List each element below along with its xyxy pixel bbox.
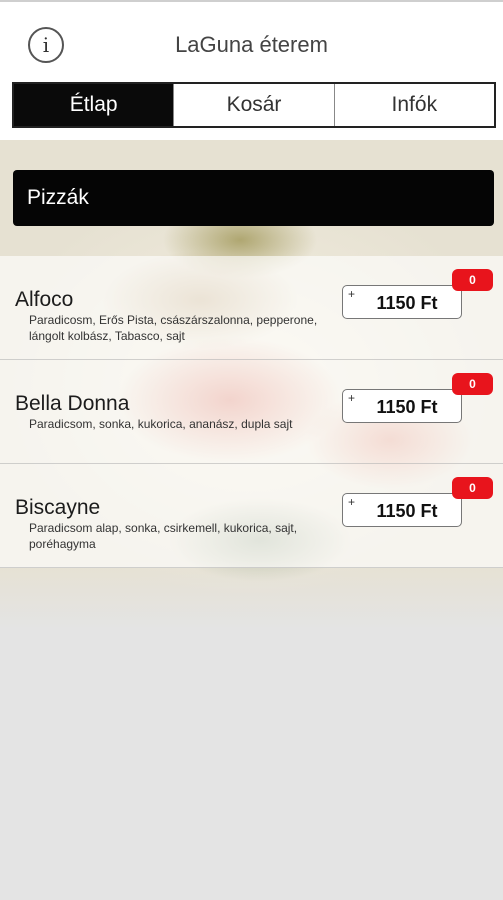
app-header: i LaGuna éterem Étlap Kosár Infók bbox=[0, 0, 503, 140]
tab-cart[interactable]: Kosár bbox=[174, 84, 335, 126]
menu-item: Biscayne Paradicsom alap, sonka, csirkem… bbox=[0, 464, 503, 568]
menu-item: Bella Donna Paradicsom, sonka, kukorica,… bbox=[0, 360, 503, 464]
item-description: Paradicsom alap, sonka, csirkemell, kuko… bbox=[29, 521, 298, 551]
item-name: Biscayne bbox=[15, 496, 101, 519]
cart-count-badge: 0 bbox=[452, 477, 493, 499]
tab-info[interactable]: Infók bbox=[335, 84, 494, 126]
item-description: Paradicosm, Erős Pista, császárszalonna,… bbox=[29, 313, 318, 343]
category-title: Pizzák bbox=[27, 186, 89, 209]
item-price: 1150 Ft bbox=[376, 501, 438, 521]
page-title: LaGuna éterem bbox=[175, 32, 328, 57]
item-name: Bella Donna bbox=[15, 392, 130, 415]
item-name: Alfoco bbox=[15, 288, 74, 311]
add-to-cart-button[interactable]: + 1150 Ft bbox=[342, 389, 462, 423]
tab-bar: Étlap Kosár Infók bbox=[12, 82, 496, 128]
category-header[interactable]: Pizzák bbox=[13, 170, 494, 226]
cart-count-badge: 0 bbox=[452, 373, 493, 395]
item-description: Paradicsom, sonka, kukorica, ananász, du… bbox=[29, 417, 293, 431]
menu-item: Alfoco Paradicosm, Erős Pista, császársz… bbox=[0, 256, 503, 360]
add-to-cart-button[interactable]: + 1150 Ft bbox=[342, 285, 462, 319]
item-price: 1150 Ft bbox=[376, 397, 438, 417]
menu-list: Alfoco Paradicosm, Erős Pista, császársz… bbox=[0, 256, 503, 568]
cart-count-badge: 0 bbox=[452, 269, 493, 291]
tab-menu[interactable]: Étlap bbox=[14, 84, 175, 126]
add-to-cart-button[interactable]: + 1150 Ft bbox=[342, 493, 462, 527]
item-price: 1150 Ft bbox=[376, 293, 438, 313]
